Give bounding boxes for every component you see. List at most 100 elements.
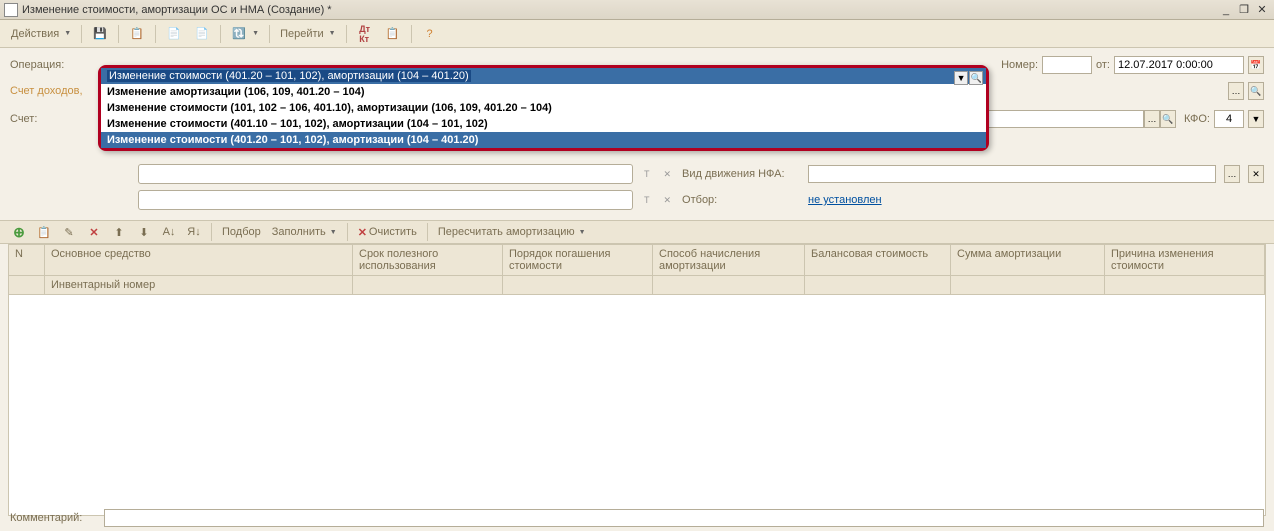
report-button[interactable]: 📋 xyxy=(380,24,406,44)
date-input[interactable] xyxy=(1114,56,1244,74)
help-button[interactable]: ? xyxy=(417,24,443,44)
save-icon: 💾 xyxy=(92,26,108,42)
help-icon: ? xyxy=(422,26,438,42)
filter-link[interactable]: не установлен xyxy=(808,194,882,206)
chevron-down-icon: ▼ xyxy=(252,30,259,37)
move-down-button[interactable]: ⬇ xyxy=(133,223,155,241)
operation-option-1[interactable]: Изменение стоимости (101, 102 – 106, 401… xyxy=(101,100,986,116)
add-row-button[interactable]: ⊕ xyxy=(8,223,30,241)
nfa-input[interactable] xyxy=(808,165,1216,183)
copy-row-button[interactable]: 📋 xyxy=(33,223,55,241)
col-reason-sub xyxy=(1105,276,1265,294)
structure-button[interactable]: 🔃▼ xyxy=(226,24,264,44)
kfo-dropdown-button[interactable]: ▼ xyxy=(1248,110,1264,128)
sort-asc-icon: A↓ xyxy=(162,225,176,239)
col-n-header[interactable]: N xyxy=(9,245,45,275)
data-grid: N Основное средство Срок полезного испол… xyxy=(8,244,1266,516)
x-icon: ✕ xyxy=(358,226,367,239)
operation-dropdown: Изменение стоимости (401.20 – 101, 102),… xyxy=(98,65,989,151)
edit-icon: ✎ xyxy=(62,225,76,239)
dtkt-button[interactable]: ДтКт xyxy=(352,24,378,44)
number-input[interactable] xyxy=(1042,56,1092,74)
col-method-sub xyxy=(653,276,805,294)
col-n-sub xyxy=(9,276,45,294)
copy-icon: 📋 xyxy=(129,26,145,42)
number-label: Номер: xyxy=(1001,59,1038,71)
delete-row-button[interactable]: ✕ xyxy=(83,223,105,241)
col-balance-header[interactable]: Балансовая стоимость xyxy=(805,245,951,275)
structure-icon: 🔃 xyxy=(231,26,247,42)
operation-option-0[interactable]: Изменение амортизации (106, 109, 401.20 … xyxy=(101,84,986,100)
delete-icon: ✕ xyxy=(87,225,101,239)
recalc-button[interactable]: Пересчитать амортизацию ▼ xyxy=(434,224,590,240)
income-lookup-button[interactable]: … xyxy=(1228,82,1244,100)
col-method-header[interactable]: Способ начисления амортизации xyxy=(653,245,805,275)
window-icon xyxy=(4,3,18,17)
post-close-icon: 📄 xyxy=(194,26,210,42)
income-search-button[interactable]: 🔍 xyxy=(1248,82,1264,100)
close-button[interactable]: ✕ xyxy=(1254,3,1270,17)
x-button-2[interactable]: ✕ xyxy=(664,195,672,206)
comment-input[interactable] xyxy=(104,509,1264,527)
minimize-button[interactable]: _ xyxy=(1218,3,1234,17)
col-reason-header[interactable]: Причина изменения стоимости xyxy=(1105,245,1265,275)
grid-toolbar: ⊕ 📋 ✎ ✕ ⬆ ⬇ A↓ Я↓ Подбор Заполнить▼ ✕ Оч… xyxy=(0,220,1274,244)
t-button-2[interactable]: Т xyxy=(644,195,650,205)
income-account-label: Счет доходов, xyxy=(10,85,98,97)
chevron-down-icon: ▼ xyxy=(329,30,336,37)
col-term-sub xyxy=(353,276,503,294)
operation-lookup-button[interactable]: 🔍 xyxy=(969,71,983,85)
sort-asc-button[interactable]: A↓ xyxy=(158,223,180,241)
operation-option-2[interactable]: Изменение стоимости (401.10 – 101, 102),… xyxy=(101,116,986,132)
recalc-label: Пересчитать амортизацию xyxy=(438,226,575,238)
col-term-header[interactable]: Срок полезного использования xyxy=(353,245,503,275)
move-up-button[interactable]: ⬆ xyxy=(108,223,130,241)
col-balance-sub xyxy=(805,276,951,294)
account-search-button[interactable]: 🔍 xyxy=(1160,110,1176,128)
x-button-1[interactable]: ✕ xyxy=(664,169,672,180)
col-order-sub xyxy=(503,276,653,294)
report-icon: 📋 xyxy=(385,26,401,42)
col-asset-header[interactable]: Основное средство xyxy=(45,245,353,275)
dtkt-icon: ДтКт xyxy=(357,26,373,42)
select-button[interactable]: Подбор xyxy=(218,224,265,240)
sort-desc-button[interactable]: Я↓ xyxy=(183,223,205,241)
col-amort-header[interactable]: Сумма амортизации xyxy=(951,245,1105,275)
analytics-input-1[interactable] xyxy=(138,164,633,184)
chevron-down-icon: ▼ xyxy=(64,30,71,37)
fill-button[interactable]: Заполнить▼ xyxy=(268,224,341,240)
chevron-down-icon: ▼ xyxy=(579,229,586,236)
copy-button[interactable]: 📋 xyxy=(124,24,150,44)
col-inventory-header[interactable]: Инвентарный номер xyxy=(45,276,353,294)
edit-row-button[interactable]: ✎ xyxy=(58,223,80,241)
actions-label: Действия xyxy=(11,28,59,40)
grid-body[interactable] xyxy=(9,295,1265,515)
nfa-clear-button[interactable]: ✕ xyxy=(1248,165,1264,183)
operation-dropdown-button[interactable]: ▼ xyxy=(954,71,968,85)
down-icon: ⬇ xyxy=(137,225,151,239)
calendar-button[interactable]: 📅 xyxy=(1248,56,1264,74)
copy-row-icon: 📋 xyxy=(37,225,51,239)
maximize-button[interactable]: ❐ xyxy=(1236,3,1252,17)
kfo-label: КФО: xyxy=(1184,113,1210,125)
clear-label: Очистить xyxy=(369,226,417,238)
t-button-1[interactable]: Т xyxy=(644,169,650,179)
fill-label: Заполнить xyxy=(272,226,326,238)
col-order-header[interactable]: Порядок погашения стоимости xyxy=(503,245,653,275)
save-button[interactable]: 💾 xyxy=(87,24,113,44)
post-button[interactable]: 📄 xyxy=(161,24,187,44)
clear-button[interactable]: ✕ Очистить xyxy=(354,224,421,241)
actions-menu[interactable]: Действия ▼ xyxy=(6,26,76,42)
goto-label: Перейти xyxy=(280,28,324,40)
goto-menu[interactable]: Перейти ▼ xyxy=(275,26,341,42)
nfa-lookup-button[interactable]: … xyxy=(1224,165,1240,183)
nfa-label: Вид движения НФА: xyxy=(682,168,800,180)
kfo-input[interactable] xyxy=(1214,110,1244,128)
main-toolbar: Действия ▼ 💾 📋 📄 📄 🔃▼ Перейти ▼ ДтКт 📋 ? xyxy=(0,20,1274,48)
post-close-button[interactable]: 📄 xyxy=(189,24,215,44)
analytics-input-2[interactable] xyxy=(138,190,633,210)
operation-selected[interactable]: Изменение стоимости (401.20 – 101, 102),… xyxy=(101,68,986,84)
up-icon: ⬆ xyxy=(112,225,126,239)
operation-option-3[interactable]: Изменение стоимости (401.20 – 101, 102),… xyxy=(101,132,986,148)
account-lookup-button[interactable]: … xyxy=(1144,110,1160,128)
